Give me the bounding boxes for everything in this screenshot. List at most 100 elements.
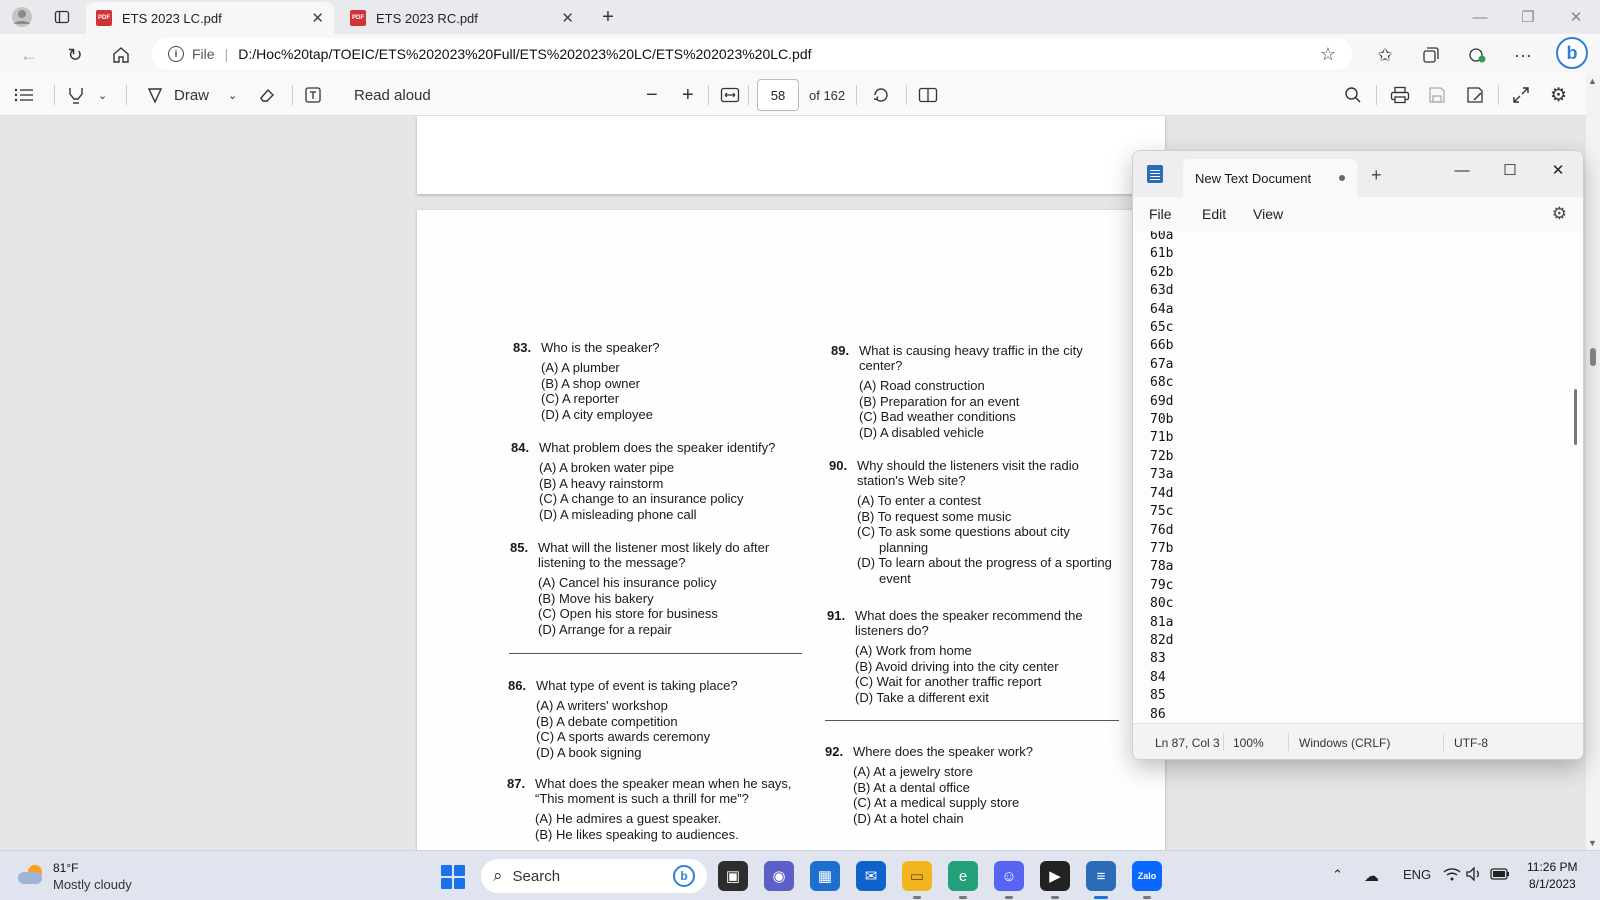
bing-icon[interactable]: b [673, 865, 695, 887]
notepad-line[interactable]: 72b [1150, 448, 1173, 466]
notepad-line[interactable]: 85 [1150, 687, 1173, 705]
site-info-icon[interactable]: i [168, 46, 184, 62]
clock-time[interactable]: 11:26 PM [1527, 860, 1577, 874]
favorite-star-icon[interactable]: ☆ [1320, 44, 1336, 65]
notepad-line[interactable]: 84 [1150, 669, 1173, 687]
notepad-line[interactable]: 75c [1150, 503, 1173, 521]
unsaved-indicator-icon[interactable] [1339, 175, 1345, 181]
weather-cloudy-icon[interactable] [18, 865, 44, 885]
page-view-icon[interactable] [918, 83, 938, 107]
notepad-line[interactable]: 62b [1150, 264, 1173, 282]
find-icon[interactable] [1344, 83, 1362, 107]
edge-browser-icon[interactable]: e [948, 861, 978, 899]
zoom-out-icon[interactable]: − [646, 83, 658, 107]
notepad-line[interactable]: 77b [1150, 540, 1173, 558]
notepad-line[interactable]: 73a [1150, 466, 1173, 484]
onedrive-cloud-icon[interactable]: ☁ [1364, 867, 1379, 885]
tab-ets-lc[interactable]: PDF ETS 2023 LC.pdf ✕ [86, 2, 334, 34]
taskbar-search-box[interactable]: ⌕ Search b [481, 859, 707, 893]
bing-copilot-icon[interactable]: b [1556, 37, 1588, 69]
task-view-icon[interactable]: ▣ [718, 861, 748, 891]
url-text[interactable]: D:/Hoc%20tap/TOEIC/ETS%202023%20Full/ETS… [238, 46, 811, 62]
home-button[interactable] [108, 42, 134, 68]
volume-icon[interactable] [1466, 866, 1482, 884]
notepad-line[interactable]: 83 [1150, 650, 1173, 668]
input-language[interactable]: ENG [1403, 867, 1431, 882]
mail-icon[interactable]: ✉ [856, 861, 886, 891]
scroll-down-arrow-icon[interactable]: ▼ [1588, 838, 1597, 848]
favorites-icon[interactable]: ✩ [1372, 42, 1398, 68]
clock-date[interactable]: 8/1/2023 [1529, 877, 1576, 891]
zalo-icon[interactable]: Zalo [1132, 861, 1162, 899]
menu-view[interactable]: View [1253, 206, 1283, 222]
weather-description[interactable]: Mostly cloudy [53, 877, 132, 892]
notepad-line[interactable]: 76d [1150, 522, 1173, 540]
notepad-line[interactable]: 82d [1150, 632, 1173, 650]
notepad-scrollbar-thumb[interactable] [1574, 389, 1577, 445]
erase-icon[interactable] [258, 83, 276, 107]
pdf-scrollbar[interactable]: ▲ ▼ [1586, 74, 1600, 850]
notepad-maximize-button[interactable]: ☐ [1495, 159, 1525, 181]
tab-actions-icon[interactable] [50, 5, 74, 29]
collections-icon[interactable] [1418, 42, 1444, 68]
notepad-line[interactable]: 64a [1150, 301, 1173, 319]
teams-chat-icon[interactable]: ◉ [764, 861, 794, 891]
more-options-icon[interactable]: ··· [1510, 42, 1536, 68]
extensions-icon[interactable] [1464, 42, 1490, 68]
fit-to-width-icon[interactable] [720, 83, 740, 107]
notepad-line[interactable]: 80c [1150, 595, 1173, 613]
contents-icon[interactable] [14, 83, 34, 107]
notepad-minimize-button[interactable]: — [1447, 159, 1477, 181]
notepad-line[interactable]: 68c [1150, 374, 1173, 392]
show-hidden-icons-chevron-icon[interactable]: ⌃ [1332, 867, 1343, 883]
refresh-button[interactable]: ↻ [62, 42, 88, 68]
notepad-line[interactable]: 78a [1150, 558, 1173, 576]
weather-temperature[interactable]: 81°F [53, 861, 78, 875]
draw-button[interactable]: Draw [146, 83, 209, 107]
highlight-dropdown-icon[interactable]: ⌄ [98, 83, 107, 107]
notepad-line[interactable]: 66b [1150, 337, 1173, 355]
save-icon[interactable] [1428, 83, 1446, 107]
settings-gear-icon[interactable]: ⚙ [1550, 83, 1567, 107]
menu-edit[interactable]: Edit [1202, 206, 1226, 222]
notepad-taskbar-icon[interactable]: ≡ [1086, 861, 1116, 899]
read-aloud-button[interactable]: Read aloud [354, 83, 431, 107]
page-number-input[interactable]: 58 [757, 79, 799, 111]
menu-file[interactable]: File [1149, 206, 1172, 222]
notepad-line[interactable]: 60a [1150, 231, 1173, 245]
notepad-line[interactable]: 71b [1150, 429, 1173, 447]
close-tab-icon[interactable]: ✕ [561, 9, 574, 27]
back-button[interactable]: ← [16, 42, 42, 68]
notepad-settings-gear-icon[interactable]: ⚙ [1552, 204, 1567, 224]
wifi-icon[interactable] [1443, 867, 1461, 884]
tab-ets-rc[interactable]: PDF ETS 2023 RC.pdf ✕ [340, 2, 584, 34]
battery-icon[interactable] [1490, 867, 1510, 884]
url-field[interactable]: i File | D:/Hoc%20tap/TOEIC/ETS%202023%2… [152, 38, 1352, 70]
discord-icon[interactable]: ☺ [994, 861, 1024, 899]
add-text-icon[interactable] [304, 83, 322, 107]
microsoft-store-icon[interactable]: ▦ [810, 861, 840, 891]
close-tab-icon[interactable]: ✕ [311, 9, 324, 27]
windows-start-icon[interactable] [441, 865, 465, 889]
restore-button[interactable]: ❐ [1508, 5, 1548, 29]
minimize-button[interactable]: — [1460, 5, 1500, 29]
notepad-line[interactable]: 79c [1150, 577, 1173, 595]
notepad-line[interactable]: 74d [1150, 485, 1173, 503]
notepad-line[interactable]: 69d [1150, 393, 1173, 411]
scrollbar-thumb[interactable] [1590, 348, 1596, 366]
file-explorer-icon[interactable]: ▭ [902, 861, 932, 899]
notepad-line[interactable]: 86 [1150, 706, 1173, 723]
save-as-icon[interactable] [1466, 83, 1484, 107]
scroll-up-arrow-icon[interactable]: ▲ [1588, 76, 1597, 86]
zoom-in-icon[interactable]: + [682, 83, 694, 107]
new-tab-button[interactable]: + [596, 5, 620, 29]
fullscreen-icon[interactable] [1512, 83, 1530, 107]
print-icon[interactable] [1390, 83, 1410, 107]
close-window-button[interactable]: ✕ [1556, 5, 1596, 29]
draw-dropdown-icon[interactable]: ⌄ [228, 83, 237, 107]
notepad-line[interactable]: 63d [1150, 282, 1173, 300]
rotate-icon[interactable] [872, 83, 890, 107]
notepad-text-content[interactable]: 60a 61b 62b 63d 64a 65c 66b 67a 68c 69d 70b 71b 72b 7… [1150, 231, 1173, 723]
notepad-line[interactable]: 81a [1150, 614, 1173, 632]
highlight-icon[interactable] [66, 83, 86, 107]
